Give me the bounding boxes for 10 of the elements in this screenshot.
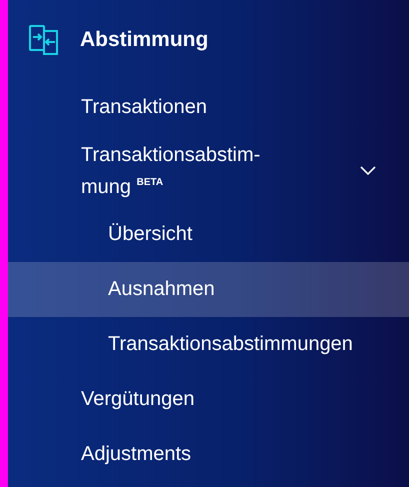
nav-item[interactable]: Transaktionsabstimmungen [8,317,409,372]
nav-item[interactable]: Transaktionen [8,80,409,135]
nav-item[interactable]: Übersicht [8,207,409,262]
reconcile-icon [29,25,59,55]
chevron-icon [360,166,376,176]
nav-group-toggle[interactable]: Transaktionsabstim- mung $^{BETA}$ [8,135,409,207]
nav-item[interactable]: Vergütungen [8,372,409,427]
nav-item[interactable]: Adjustments [8,427,409,482]
section-title[interactable]: Abstimmung [80,28,208,52]
nav-item[interactable]: Ausnahmen [8,262,409,317]
